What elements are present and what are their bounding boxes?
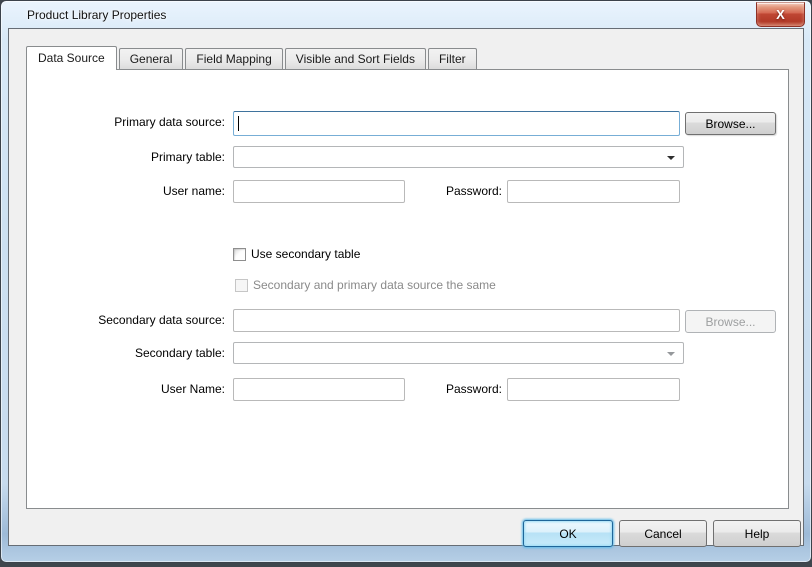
secondary-table-label: Secondary table: bbox=[27, 346, 225, 360]
secondary-browse-button: Browse... bbox=[685, 310, 776, 333]
primary-password-label: Password: bbox=[307, 184, 502, 198]
primary-username-label: User name: bbox=[27, 184, 225, 198]
secondary-table-combobox bbox=[233, 342, 684, 364]
primary-table-combobox[interactable] bbox=[233, 146, 684, 168]
same-data-source-checkbox bbox=[235, 279, 248, 292]
secondary-password-input[interactable] bbox=[507, 378, 680, 401]
same-data-source-label: Secondary and primary data source the sa… bbox=[253, 278, 496, 292]
help-button[interactable]: Help bbox=[713, 520, 801, 547]
window-frame: Product Library Properties X Data Source… bbox=[0, 0, 812, 563]
primary-browse-button[interactable]: Browse... bbox=[685, 112, 776, 135]
use-secondary-table-label[interactable]: Use secondary table bbox=[251, 247, 360, 261]
tab-field-mapping[interactable]: Field Mapping bbox=[185, 48, 282, 69]
titlebar[interactable]: Product Library Properties X bbox=[1, 1, 811, 29]
dialog-window: Product Library Properties X Data Source… bbox=[0, 0, 812, 567]
primary-table-label: Primary table: bbox=[27, 150, 225, 164]
secondary-username-label: User Name: bbox=[27, 382, 225, 396]
close-icon: X bbox=[776, 8, 785, 21]
tab-bar: Data Source General Field Mapping Visibl… bbox=[26, 46, 479, 69]
close-button[interactable]: X bbox=[756, 2, 805, 27]
dialog-client-area: Data Source General Field Mapping Visibl… bbox=[8, 28, 804, 546]
secondary-password-label: Password: bbox=[307, 382, 502, 396]
primary-data-source-input[interactable] bbox=[233, 111, 680, 136]
secondary-data-source-input[interactable] bbox=[233, 309, 680, 332]
primary-password-input[interactable] bbox=[507, 180, 680, 203]
cancel-button[interactable]: Cancel bbox=[619, 520, 707, 547]
chevron-down-icon bbox=[667, 156, 675, 160]
tab-visible-and-sort-fields[interactable]: Visible and Sort Fields bbox=[285, 48, 426, 69]
tab-panel: Primary data source: Browse... Primary t… bbox=[26, 69, 789, 509]
window-title: Product Library Properties bbox=[27, 8, 166, 22]
text-caret bbox=[238, 116, 239, 131]
primary-data-source-label: Primary data source: bbox=[27, 115, 225, 129]
chevron-down-icon bbox=[667, 352, 675, 356]
secondary-data-source-label: Secondary data source: bbox=[27, 313, 225, 327]
tab-general[interactable]: General bbox=[119, 48, 184, 69]
use-secondary-table-checkbox[interactable] bbox=[233, 248, 246, 261]
tab-data-source[interactable]: Data Source bbox=[26, 46, 117, 70]
tab-filter[interactable]: Filter bbox=[428, 48, 477, 69]
ok-button[interactable]: OK bbox=[523, 520, 613, 547]
